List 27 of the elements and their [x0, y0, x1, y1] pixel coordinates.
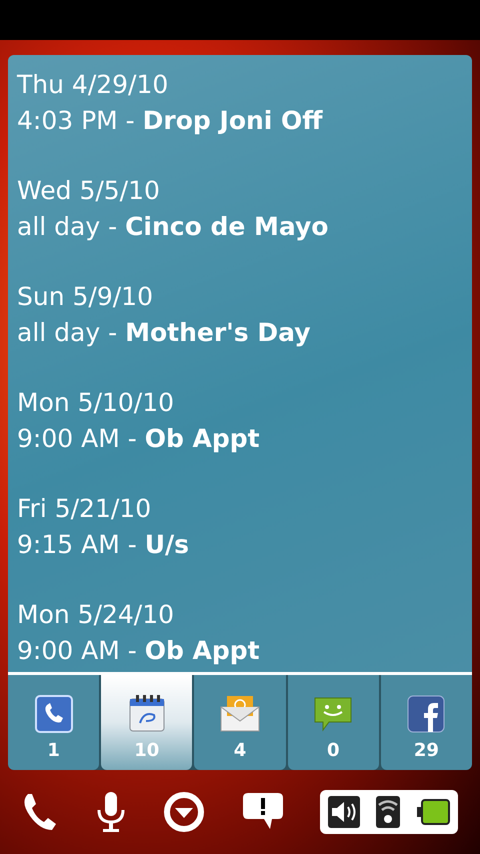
wifi-icon[interactable]: [376, 796, 400, 828]
event-title[interactable]: all day - Cinco de Mayo: [17, 209, 463, 245]
event-date: Thu 4/29/10: [17, 69, 170, 101]
event-date: Sun 5/9/10: [17, 281, 154, 313]
event-title[interactable]: 4:03 PM - Drop Joni Off: [17, 103, 463, 139]
battery-icon[interactable]: [416, 799, 450, 825]
notification-tab[interactable]: 0: [288, 675, 379, 770]
notification-tab[interactable]: 29: [380, 675, 472, 770]
event-date: Mon 5/10/10: [17, 387, 176, 419]
notification-tab[interactable]: 1: [8, 675, 100, 770]
phone-icon[interactable]: [22, 792, 58, 832]
volume-icon[interactable]: [328, 796, 360, 828]
event-date: Wed 5/5/10: [17, 175, 161, 207]
notification-tab[interactable]: 4: [194, 675, 286, 770]
event-title[interactable]: 9:00 AM - Ob Appt: [17, 421, 463, 457]
facebook-icon: [407, 695, 446, 733]
event-title[interactable]: 9:15 AM - U/s: [17, 527, 463, 563]
speech-bubble-icon: [312, 695, 354, 733]
event-date: Fri 5/21/10: [17, 493, 152, 525]
phone-icon: [34, 695, 73, 733]
envelope-icon: [219, 693, 261, 733]
down-arrow-circle-icon[interactable]: [163, 791, 205, 833]
microphone-icon[interactable]: [94, 790, 126, 834]
calendar-icon: [128, 693, 166, 733]
event-title[interactable]: 9:00 AM - Ob Appt: [17, 633, 463, 669]
event-date: Mon 5/24/10: [17, 599, 176, 631]
event-title[interactable]: all day - Mother's Day: [17, 315, 463, 351]
